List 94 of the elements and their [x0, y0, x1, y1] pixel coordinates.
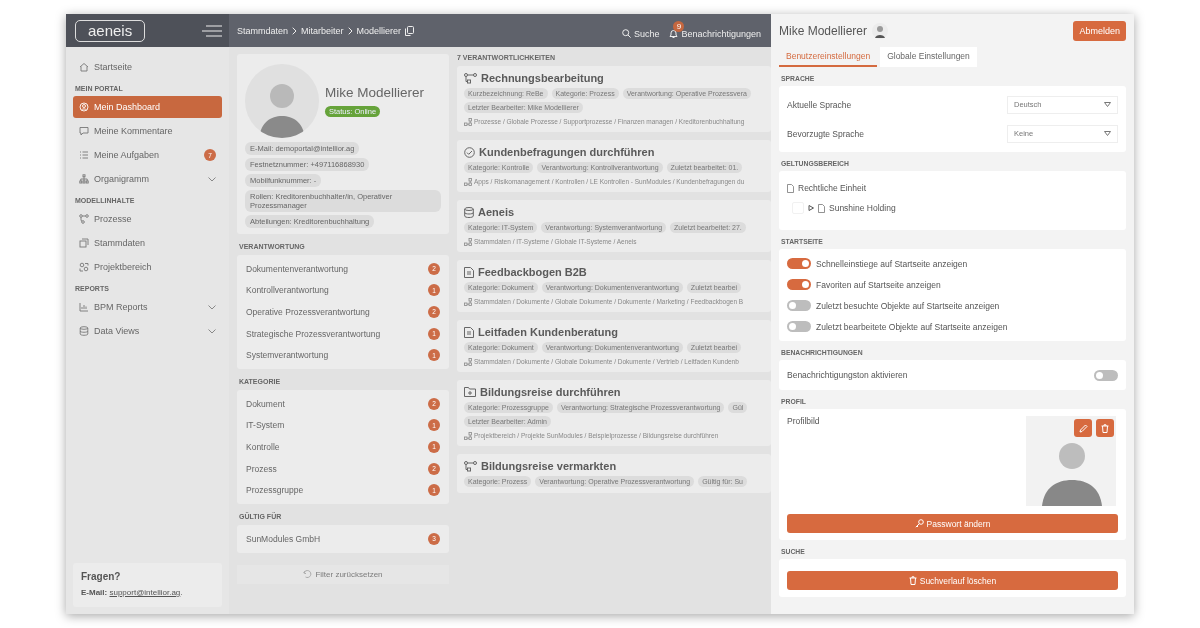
chart-icon: [79, 302, 89, 312]
document-icon: [464, 266, 474, 278]
hierarchy-icon: [464, 298, 472, 306]
expand-caret-icon[interactable]: [808, 205, 814, 211]
delete-button[interactable]: [1096, 419, 1114, 437]
document-icon: [818, 203, 825, 213]
search-button[interactable]: Suche: [621, 20, 660, 41]
process-icon: [79, 214, 89, 224]
setting-label: Aktuelle Sprache: [787, 99, 852, 110]
check-circle-icon: [464, 146, 475, 158]
list-icon: [79, 150, 89, 160]
result-card[interactable]: [457, 380, 771, 446]
edit-button[interactable]: [1074, 419, 1092, 437]
trash-icon: [908, 576, 917, 585]
tree-node[interactable]: Sunshine Holding: [829, 203, 896, 213]
toggle-switch[interactable]: [787, 321, 811, 332]
breadcrumb-link[interactable]: Modellierer: [356, 25, 402, 36]
document-icon: [464, 326, 474, 338]
help-title: Fragen?: [81, 571, 122, 582]
logo: aeneis: [75, 19, 146, 42]
process-icon: [464, 460, 477, 472]
pencil-icon: [1078, 423, 1088, 433]
settings-tab[interactable]: Benutzereinstellungen: [779, 47, 878, 67]
trash-icon: [1101, 423, 1109, 433]
user-icon: [79, 102, 89, 112]
copy-icon[interactable]: [405, 25, 415, 36]
db-icon: [79, 326, 89, 336]
change-password-button[interactable]: Passwort ändern: [787, 514, 1118, 533]
result-title[interactable]: Rechnungsbearbeitung: [481, 72, 604, 84]
result-title[interactable]: Leitfaden Kundenberatung: [478, 326, 618, 338]
database-icon: [464, 206, 474, 218]
search-icon: [621, 29, 631, 38]
sidebar-item[interactable]: Prozesse: [73, 208, 222, 230]
setting-label: Profilbild: [787, 416, 820, 426]
hierarchy-icon: [464, 358, 472, 366]
folder-plus-icon: [464, 387, 476, 397]
tree-node[interactable]: Rechtliche Einheit: [798, 183, 867, 193]
sidebar-item[interactable]: Stammdaten: [73, 232, 222, 254]
key-icon: [914, 519, 924, 528]
hierarchy-icon: [464, 118, 472, 126]
setting-label: Bevorzugte Sprache: [787, 128, 865, 139]
hierarchy-icon: [464, 432, 472, 440]
setting-label: Zuletzt besuchte Objekte auf Startseite anzeigen: [816, 300, 1000, 311]
stack-icon: [79, 238, 89, 248]
caret-down-icon: [1104, 131, 1111, 136]
profile-name: Mike Modellierer: [325, 84, 425, 100]
clear-search-history-button[interactable]: Suchverlauf löschen: [787, 571, 1118, 590]
chevron-down-icon[interactable]: [208, 328, 216, 334]
notifications-button[interactable]: 9 Benachrichtigungen: [669, 20, 761, 41]
user-name: Mike Modellierer: [779, 23, 868, 38]
caret-down-icon: [1104, 102, 1111, 107]
hierarchy-icon: [464, 238, 472, 246]
setting-label: Schnelleinstiege auf Startseite anzeigen: [816, 258, 968, 269]
breadcrumb-link[interactable]: Stammdaten: [237, 25, 289, 36]
chevron-down-icon[interactable]: [208, 176, 216, 182]
comment-icon: [79, 126, 89, 136]
result-title[interactable]: Kundenbefragungen durchführen: [479, 146, 655, 158]
sidebar-item[interactable]: Meine Kommentare: [73, 120, 222, 142]
toggle-switch[interactable]: [787, 279, 811, 290]
undo-icon: [303, 570, 313, 579]
sidebar-item[interactable]: Projektbereich: [73, 256, 222, 278]
help-contact: E-Mail: support@intellior.ag.: [81, 588, 184, 597]
chevron-down-icon[interactable]: [208, 304, 216, 310]
setting-label: Favoriten auf Startseite anzeigen: [816, 279, 941, 290]
notification-count: 9: [673, 20, 685, 32]
home-icon: [79, 62, 89, 72]
bell-icon: [669, 28, 679, 39]
menu-icon[interactable]: [202, 24, 222, 37]
hierarchy-icon: [464, 178, 472, 186]
document-icon: [787, 183, 794, 193]
process-icon: [464, 72, 477, 84]
settings-tab[interactable]: Globale Einstellungen: [880, 47, 977, 67]
result-title[interactable]: Bildungsreise durchführen: [480, 386, 621, 398]
sidebar-item[interactable]: BPM Reports: [73, 296, 222, 318]
sidebar-item[interactable]: Mein Dashboard: [73, 96, 222, 118]
result-card[interactable]: [457, 66, 771, 132]
result-title[interactable]: Feedbackbogen B2B: [478, 266, 587, 278]
toggle-switch[interactable]: [787, 258, 811, 269]
sidebar-item[interactable]: Organigramm: [73, 168, 222, 190]
project-icon: [79, 262, 89, 272]
org-icon: [79, 174, 89, 184]
result-title[interactable]: Bildungsreise vermarkten: [481, 460, 617, 472]
setting-label: Benachrichtigungston aktivieren: [787, 370, 908, 380]
chevron-right-icon: [347, 26, 353, 35]
chevron-right-icon: [292, 26, 298, 35]
avatar-icon: [872, 22, 889, 39]
setting-label: Zuletzt bearbeitete Objekte auf Startseite anzeigen: [816, 321, 1008, 332]
logout-button[interactable]: Abmelden: [1073, 20, 1126, 41]
result-title[interactable]: Aeneis: [478, 206, 515, 218]
sidebar-item[interactable]: Startseite: [73, 56, 222, 78]
toggle-switch[interactable]: [787, 300, 811, 311]
breadcrumb-link[interactable]: Mitarbeiter: [301, 25, 344, 36]
sidebar-item[interactable]: Data Views: [73, 320, 222, 342]
toggle-switch[interactable]: [1094, 369, 1118, 381]
